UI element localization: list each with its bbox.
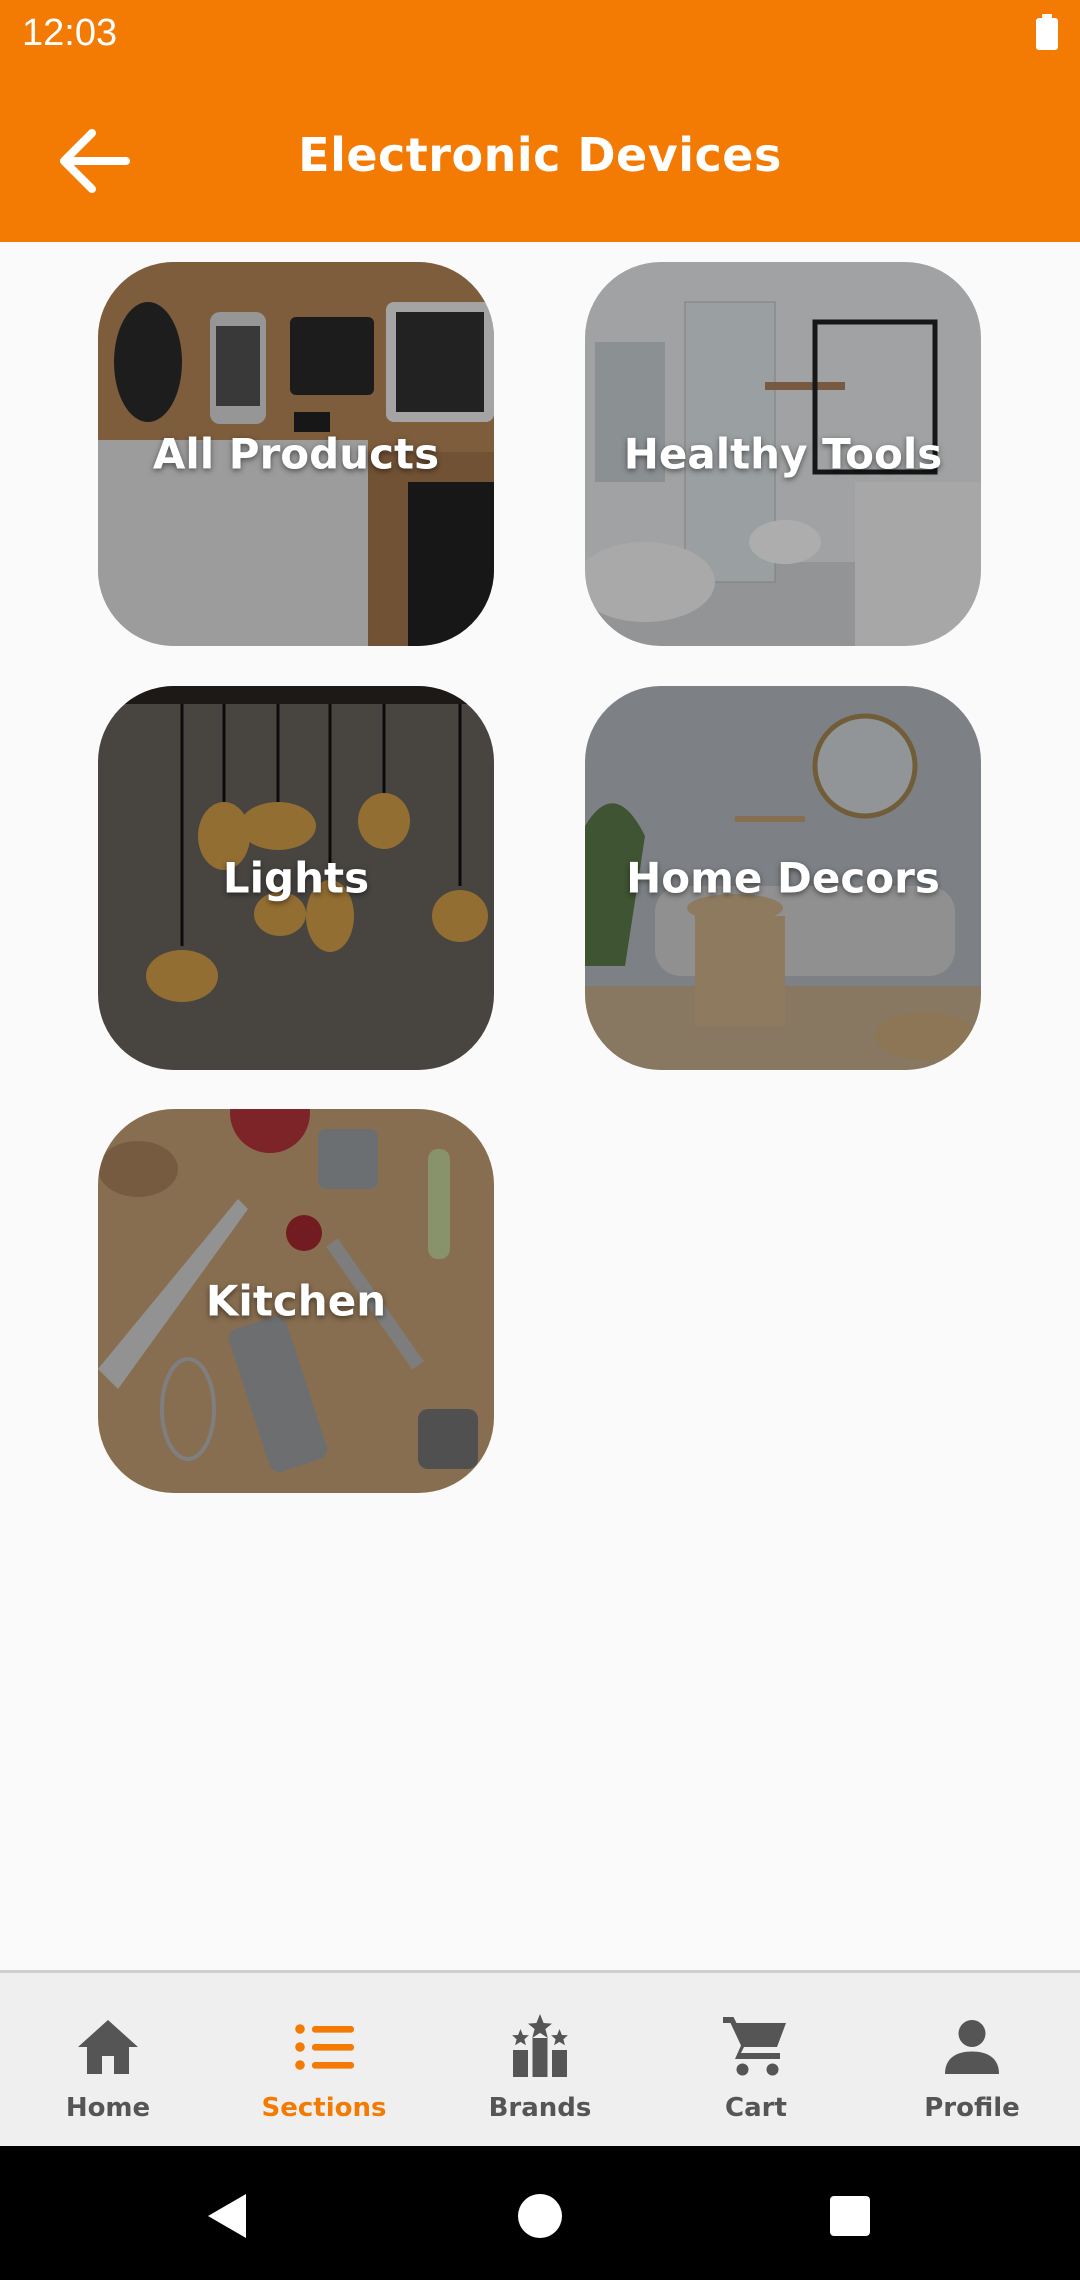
category-tile-healthy-tools[interactable]: Healthy Tools (585, 262, 981, 646)
brands-icon (512, 2014, 568, 2077)
nav-label: Sections (261, 2093, 387, 2123)
nav-label: Home (65, 2093, 151, 2123)
home-circle-icon[interactable] (510, 2186, 570, 2246)
nav-label: Brands (488, 2093, 592, 2123)
status-bar: 12:03 (0, 0, 1080, 70)
category-label: Lights (222, 853, 370, 903)
person-icon (945, 2020, 999, 2074)
nav-item-profile[interactable]: Profile (864, 1973, 1080, 2149)
category-tile-home-decors[interactable]: Home Decors (585, 686, 981, 1070)
category-label: All Products (152, 429, 440, 479)
nav-item-sections[interactable]: Sections (216, 1973, 432, 2149)
list-icon (295, 2024, 354, 2070)
page-title: Electronic Devices (298, 128, 782, 182)
system-navigation-bar (0, 2146, 1080, 2280)
category-label: Kitchen (205, 1276, 387, 1326)
nav-label: Cart (725, 2093, 787, 2123)
bottom-navigation: Home Sections Brands Cart Profile (0, 1970, 1080, 2149)
recents-square-icon[interactable] (820, 2186, 880, 2246)
nav-item-home[interactable]: Home (0, 1973, 216, 2149)
category-tile-all-products[interactable]: All Products (98, 262, 494, 646)
home-icon (78, 2020, 138, 2074)
category-label: Home Decors (626, 853, 940, 903)
nav-item-brands[interactable]: Brands (432, 1973, 648, 2149)
app-bar: Electronic Devices (0, 70, 1080, 242)
category-label: Healthy Tools (623, 429, 943, 479)
nav-item-cart[interactable]: Cart (648, 1973, 864, 2149)
back-triangle-icon[interactable] (196, 2186, 256, 2246)
category-tile-kitchen[interactable]: Kitchen (98, 1109, 494, 1493)
category-tile-lights[interactable]: Lights (98, 686, 494, 1070)
status-time: 12:03 (22, 12, 118, 54)
cart-icon (723, 2017, 786, 2076)
nav-label: Profile (924, 2093, 1020, 2123)
battery-icon (1036, 14, 1058, 50)
